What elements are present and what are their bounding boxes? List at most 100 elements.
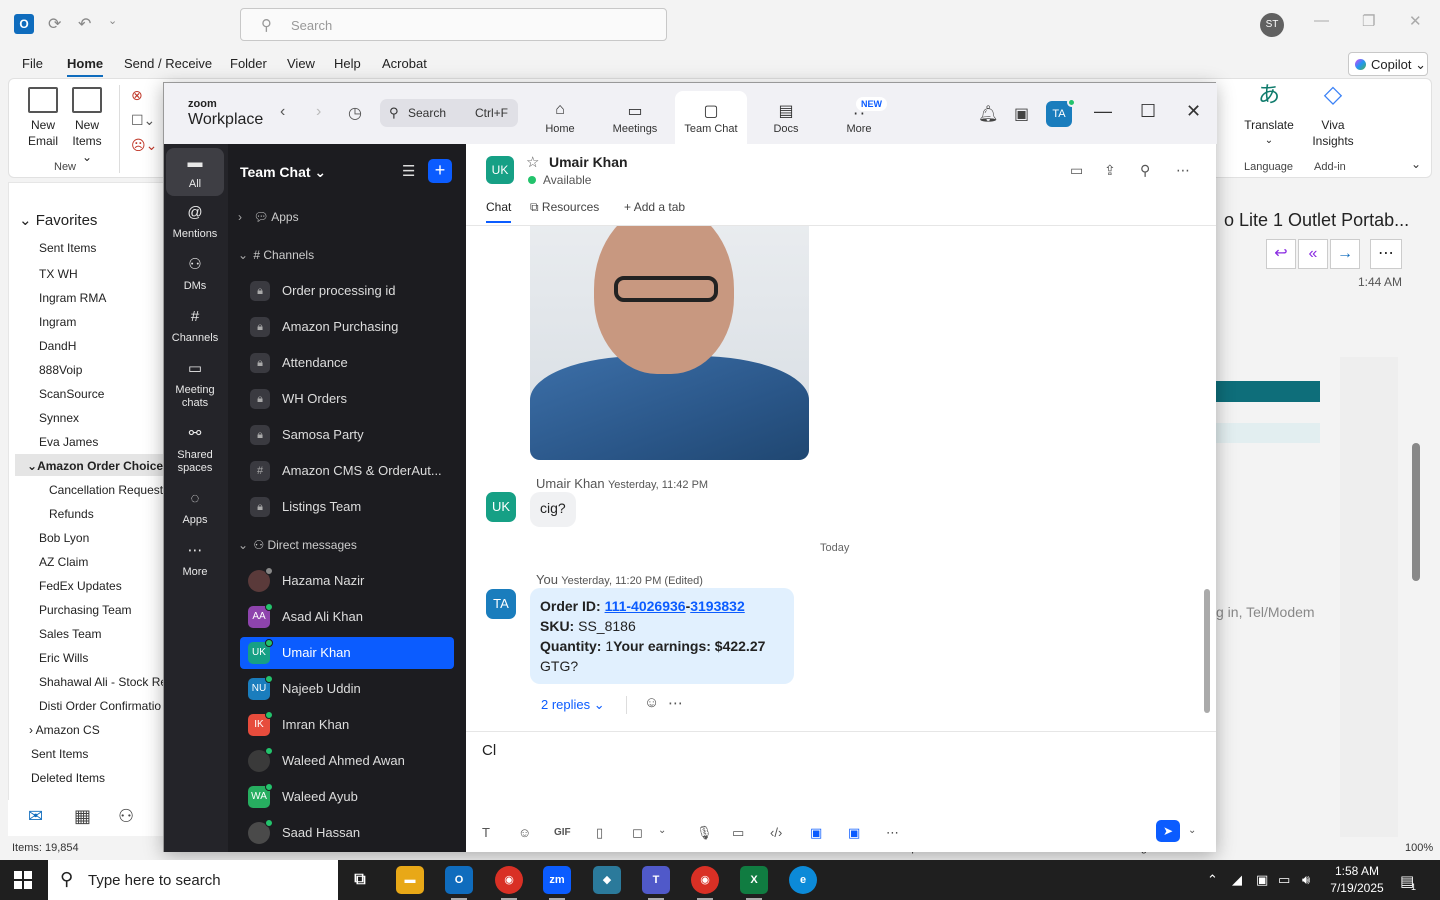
search-icon[interactable]: ⚲ [1140,162,1150,179]
rail-dms[interactable]: ⚇ DMs [166,257,224,293]
mail-icon[interactable]: ✉ [28,806,43,827]
zoom-user-avatar[interactable]: TA [1046,98,1076,127]
subtab-resources[interactable]: ⧉ Resources [530,200,599,215]
volume-icon[interactable]: 🔊︎ [1302,872,1310,888]
emoji-reaction-icon[interactable]: ☺ [644,694,659,711]
folder-disti-order[interactable]: Disti Order Confirmatio [39,699,161,713]
menu-file[interactable]: File [22,56,43,71]
dm-item[interactable]: Hazama Nazir [240,565,454,597]
file-explorer-icon[interactable]: ▬ [396,866,424,894]
tab-home[interactable]: ⌂ Home [524,91,596,144]
microphone-icon[interactable]: 🎙︎ [696,825,713,841]
video-call-icon[interactable]: ▭ [1070,162,1083,179]
subtab-chat[interactable]: Chat [486,200,512,223]
channel-item[interactable]: 🔒︎ Samosa Party [240,419,454,451]
forward-button[interactable]: → [1330,239,1360,269]
undo-icon[interactable]: ↶ [78,14,91,34]
compose-box[interactable]: Cl T ☺ GIF ▯ ◻ ⌄ 🎙︎ ▭ ‹/› ▣ ▣ ⋯ ➤ ⌄ [466,731,1216,852]
rail-channels[interactable]: # Channels [166,309,224,345]
tray-app-icon[interactable]: ◢ [1232,872,1242,888]
star-icon[interactable]: ☆ [526,153,539,171]
rail-mentions[interactable]: @ Mentions [166,205,224,241]
send-options-dropdown-icon[interactable]: ⌄ [1188,825,1196,836]
tab-docs[interactable]: ▤ Docs [750,91,822,144]
bell-icon[interactable]: 🔔︎ [978,104,998,124]
order-link-part2[interactable]: 3193832 [690,598,745,614]
close-icon[interactable]: ✕ [1186,101,1201,122]
screenshot-dropdown-icon[interactable]: ⌄ [658,825,666,836]
chrome-icon[interactable]: ◉ [495,866,523,900]
subtab-add-tab[interactable]: + Add a tab [624,200,685,214]
channel-item[interactable]: 🔒︎ WH Orders [240,383,454,415]
calendar-icon[interactable]: ▦ [74,806,91,827]
file-icon[interactable]: ▯ [596,825,603,841]
new-email-button[interactable]: New Email [25,87,61,149]
scrollbar-thumb[interactable] [1412,443,1420,581]
order-link-part1[interactable]: 111-4026936 [605,598,686,614]
channel-item[interactable]: 🔒︎ Order processing id [240,275,454,307]
cleanup-icon[interactable]: ☐⌄ [131,112,155,129]
channel-item[interactable]: 🔒︎ Attendance [240,347,454,379]
folder-dandh[interactable]: DandH [39,339,76,353]
copilot-button[interactable]: Copilot ⌄ [1348,52,1428,76]
favorites-header[interactable]: ⌄ Favorites [19,211,97,229]
menu-view[interactable]: View [287,56,315,71]
dm-item[interactable]: Saad Hassan [240,817,454,849]
new-chat-button[interactable]: + [428,159,452,183]
task-view-icon[interactable]: ⧉ [346,866,374,894]
video-message-icon[interactable]: ▭ [732,825,744,841]
rail-more[interactable]: ⋯ More [166,543,224,579]
outlook-search-input[interactable]: ⚲ Search [240,8,667,41]
menu-send-receive[interactable]: Send / Receive [124,56,212,71]
sync-icon[interactable]: ⟳ [48,14,61,34]
section-direct-messages[interactable]: ⌄ ⚇ Direct messages [238,538,357,552]
more-options-icon[interactable]: ⋯ [1176,162,1190,179]
send-button[interactable]: ➤ [1156,820,1180,842]
folder-cancellation-request[interactable]: Cancellation Request [49,483,163,497]
taskbar-clock[interactable]: 1:58 AM 7/19/2025 [1318,863,1396,897]
filter-icon[interactable]: ☰ [402,162,415,180]
reply-all-button[interactable]: « [1298,239,1328,269]
windows-start-icon[interactable] [14,871,32,889]
folder-deleted-items[interactable]: Deleted Items [31,771,105,785]
tab-meetings[interactable]: ▭ Meetings [599,91,671,144]
rail-shared-spaces[interactable]: ⚯ Shared spaces [166,426,224,475]
chevron-up-icon[interactable]: ⌃ [1207,872,1218,888]
zoom-search-input[interactable]: ⚲ Search Ctrl+F [380,99,518,127]
maximize-icon[interactable]: ☐ [1140,101,1156,122]
channel-item[interactable]: # Amazon CMS & OrderAut... [240,455,454,487]
gif-icon[interactable]: GIF [554,827,571,838]
quick-access-dropdown-icon[interactable]: ⌄ [108,14,117,27]
section-channels[interactable]: ⌄ # Channels [238,248,314,262]
forward-icon[interactable]: › [316,103,321,121]
compose-input[interactable]: Cl [482,742,496,759]
folder-ingram[interactable]: Ingram [39,315,76,329]
teams-icon[interactable]: T [642,866,670,900]
folder-sales-team[interactable]: Sales Team [39,627,101,641]
code-icon[interactable]: ‹/› [770,825,782,840]
dm-item[interactable]: WA Waleed Ayub [240,781,454,813]
emoji-icon[interactable]: ☺ [518,825,531,840]
history-icon[interactable]: ◷ [348,103,362,123]
new-items-button[interactable]: New Items ⌄ [67,87,107,165]
menu-help[interactable]: Help [334,56,361,71]
ignore-icon[interactable]: ⊗ [131,87,143,104]
excel-icon[interactable]: X [740,866,768,900]
more-actions-button[interactable]: ⋯ [1370,239,1402,269]
zoom-app-icon[interactable]: zm [543,866,571,900]
section-apps[interactable]: › 💬︎ Apps [238,210,299,224]
reply-button[interactable]: ↩ [1266,239,1296,269]
rail-all[interactable]: ▬ All [166,148,224,196]
screen-share-icon[interactable]: ⇪ [1104,162,1116,179]
message-bubble-order[interactable]: Order ID: 111-4026936-3193832 SKU: SS_81… [530,588,794,684]
folder-888voip[interactable]: 888Voip [39,363,82,377]
contact-avatar[interactable]: UK [486,156,514,184]
folder-sent-items-2[interactable]: Sent Items [31,747,88,761]
close-icon[interactable]: ✕ [1409,12,1422,30]
team-chat-title[interactable]: Team Chat ⌄ [240,164,326,181]
folder-amazon-order-choice[interactable]: ⌄Amazon Order Choice [27,459,163,473]
more-options-icon[interactable]: ⋯ [668,694,683,712]
more-icon[interactable]: ⋯ [886,825,899,841]
dm-item[interactable]: AA Asad Ali Khan [240,601,454,633]
network-icon[interactable]: ▭ [1278,872,1290,888]
